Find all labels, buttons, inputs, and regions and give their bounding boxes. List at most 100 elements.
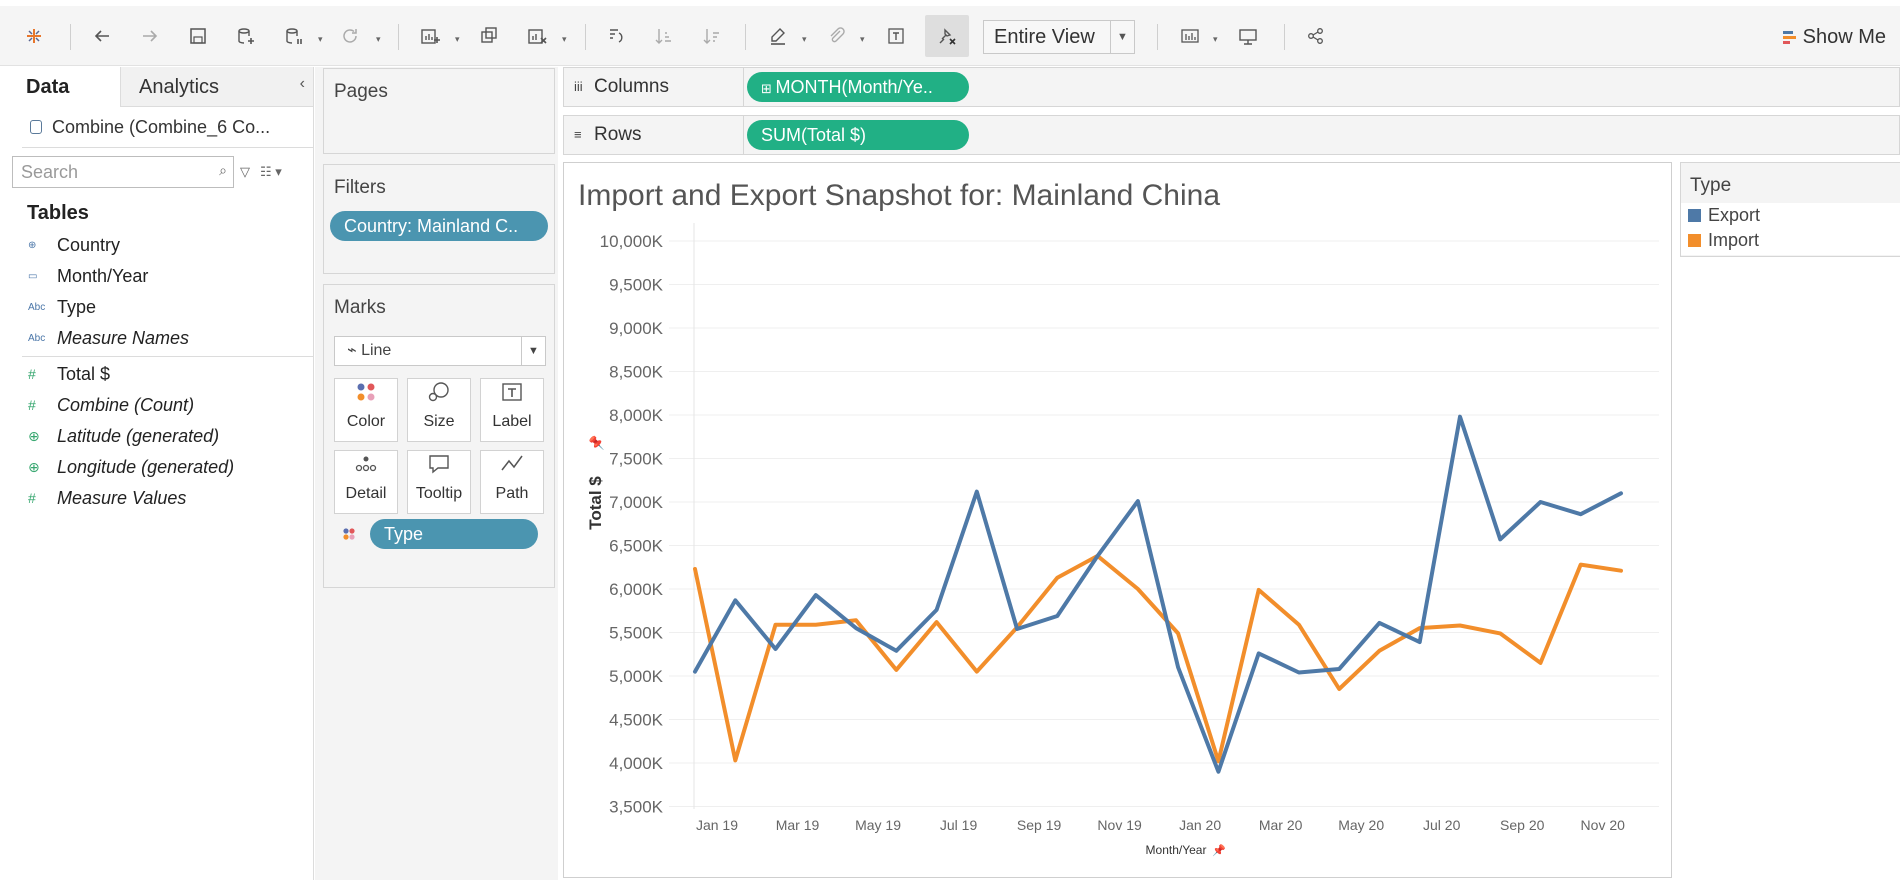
field-type[interactable]: Abc Type — [0, 292, 313, 323]
gridlines — [669, 240, 1659, 807]
field-label: Total $ — [57, 364, 111, 384]
legend-title: Type — [1690, 175, 1732, 196]
undo-icon[interactable] — [86, 20, 118, 52]
size-button[interactable]: Size — [407, 378, 471, 442]
pin-icon[interactable]: 📌 — [1212, 843, 1226, 857]
group-members-icon[interactable] — [820, 20, 852, 52]
chevron-down-icon[interactable]: ▾ — [455, 34, 460, 45]
pane-tabs: Data Analytics ‹ — [0, 67, 313, 107]
presentation-mode-icon[interactable] — [1232, 20, 1264, 52]
chevron-down-icon[interactable]: ▾ — [318, 34, 323, 45]
duplicate-sheet-icon[interactable] — [473, 20, 505, 52]
new-worksheet-icon[interactable] — [414, 20, 446, 52]
rows-label-text: Rows — [594, 124, 642, 145]
fit-dropdown[interactable]: Entire View ▼ — [983, 20, 1135, 54]
columns-pill-label: MONTH(Month/Ye.. — [775, 77, 933, 97]
share-icon[interactable] — [1300, 20, 1332, 52]
legend-label: Import — [1708, 230, 1760, 250]
field-longitude[interactable]: ⊕ Longitude (generated) — [0, 452, 313, 483]
clear-sheet-icon[interactable] — [521, 20, 553, 52]
field-latitude[interactable]: ⊕ Latitude (generated) — [0, 421, 313, 452]
chevron-down-icon[interactable]: ▾ — [562, 34, 567, 45]
fit-value: Entire View — [994, 25, 1095, 48]
search-input[interactable] — [13, 157, 203, 187]
filter-pill-country[interactable]: Country: Mainland C.. — [330, 211, 548, 241]
y-tick-label: 9,000K — [609, 319, 664, 338]
collapse-pane-icon[interactable]: ‹ — [300, 75, 305, 93]
columns-label-text: Columns — [594, 76, 669, 97]
divider — [22, 356, 313, 357]
field-month-year[interactable]: ▭ Month/Year — [0, 261, 313, 292]
fix-axes-icon[interactable] — [925, 15, 969, 57]
series-line-export[interactable] — [693, 414, 1623, 774]
y-tick-label: 6,500K — [609, 537, 664, 556]
chevron-down-icon[interactable]: ▼ — [1110, 21, 1134, 53]
pin-icon[interactable]: 📌 — [588, 435, 604, 451]
field-label: Measure Values — [57, 488, 187, 508]
new-datasource-icon[interactable] — [230, 20, 262, 52]
chevron-down-icon[interactable]: ▾ — [376, 34, 381, 45]
filters-card[interactable]: Filters Country: Mainland C.. — [323, 164, 555, 274]
datasource-item[interactable]: Combine (Combine_6 Co... — [0, 107, 313, 147]
legend-label: Export — [1708, 205, 1761, 225]
field-country[interactable]: ⊕ Country — [0, 230, 313, 261]
legend-item-export[interactable]: Export — [1681, 203, 1900, 228]
path-button[interactable]: Path — [480, 450, 544, 514]
tooltip-button[interactable]: Tooltip — [407, 450, 471, 514]
datasource-icon — [30, 120, 42, 134]
hash-icon: # — [28, 397, 36, 413]
y-tick-label: 10,000K — [600, 232, 664, 251]
rows-shelf[interactable]: ≡ Rows SUM(Total $) — [563, 115, 1900, 155]
refresh-icon[interactable] — [334, 20, 366, 52]
field-measure-names[interactable]: Abc Measure Names — [0, 323, 313, 354]
field-total[interactable]: # Total $ — [0, 359, 313, 390]
data-pane: Data Analytics ‹ Combine (Combine_6 Co..… — [0, 67, 314, 880]
save-icon[interactable] — [182, 20, 214, 52]
detail-button[interactable]: Detail — [334, 450, 398, 514]
sort-ascending-icon[interactable] — [648, 20, 680, 52]
chevron-down-icon[interactable]: ▾ — [860, 34, 865, 45]
tooltip-label: Tooltip — [415, 485, 463, 502]
line-chart[interactable]: 10,000K 9,500K 9,000K 8,500K 8,000K 7,500K 7,0… — [564, 163, 1671, 877]
chevron-down-icon[interactable]: ▾ — [1213, 34, 1218, 45]
tab-data[interactable]: Data — [0, 67, 120, 107]
rows-pill[interactable]: SUM(Total $) — [747, 120, 969, 150]
pause-updates-icon[interactable] — [278, 20, 310, 52]
tableau-logo-icon[interactable] — [18, 20, 50, 52]
search-icon[interactable]: ⌕ — [219, 162, 227, 179]
highlight-icon[interactable] — [762, 20, 794, 52]
color-legend[interactable]: Type Export Import — [1680, 162, 1900, 257]
color-button[interactable]: Color — [334, 378, 398, 442]
x-axis-label[interactable]: Month/Year — [1146, 843, 1207, 857]
y-axis-label[interactable]: Total $ — [586, 476, 605, 530]
x-tick-label: May 20 — [1338, 817, 1384, 833]
search-tools: ▽ ☷ ▾ — [240, 164, 282, 180]
pages-card[interactable]: Pages — [323, 68, 555, 154]
swap-rows-columns-icon[interactable] — [600, 20, 632, 52]
columns-pill[interactable]: ⊞ MONTH(Month/Ye.. — [747, 72, 969, 102]
mark-type-dropdown[interactable]: ⌁ Line ▼ — [334, 336, 546, 366]
sort-descending-icon[interactable] — [696, 20, 728, 52]
detail-label: Detail — [345, 485, 387, 502]
redo-icon[interactable] — [134, 20, 166, 52]
columns-shelf-label: iii Columns — [564, 68, 744, 106]
show-cards-icon[interactable] — [1174, 20, 1206, 52]
label-button[interactable]: Label — [480, 378, 544, 442]
columns-shelf[interactable]: iii Columns ⊞ MONTH(Month/Ye.. — [563, 67, 1900, 107]
view-options-icon[interactable]: ☷ ▾ — [260, 164, 282, 180]
show-me-button[interactable]: Show Me — [1782, 26, 1886, 49]
field-combine-count[interactable]: # Combine (Count) — [0, 390, 313, 421]
tab-analytics[interactable]: Analytics — [120, 67, 313, 107]
marks-pill-type[interactable]: Type — [370, 519, 538, 549]
field-measure-values[interactable]: # Measure Values — [0, 483, 313, 514]
filter-icon[interactable]: ▽ — [240, 164, 250, 180]
x-tick-label: Mar 20 — [1259, 817, 1303, 833]
detail-icon — [335, 451, 397, 485]
show-mark-labels-icon[interactable] — [880, 20, 912, 52]
y-tick-label: 7,000K — [609, 493, 664, 512]
chevron-down-icon[interactable]: ▾ — [802, 34, 807, 45]
legend-item-import[interactable]: Import — [1681, 228, 1900, 253]
chevron-down-icon[interactable]: ▼ — [521, 337, 545, 365]
y-tick-label: 5,000K — [609, 667, 664, 686]
x-tick-label: Sep 19 — [1017, 817, 1062, 833]
